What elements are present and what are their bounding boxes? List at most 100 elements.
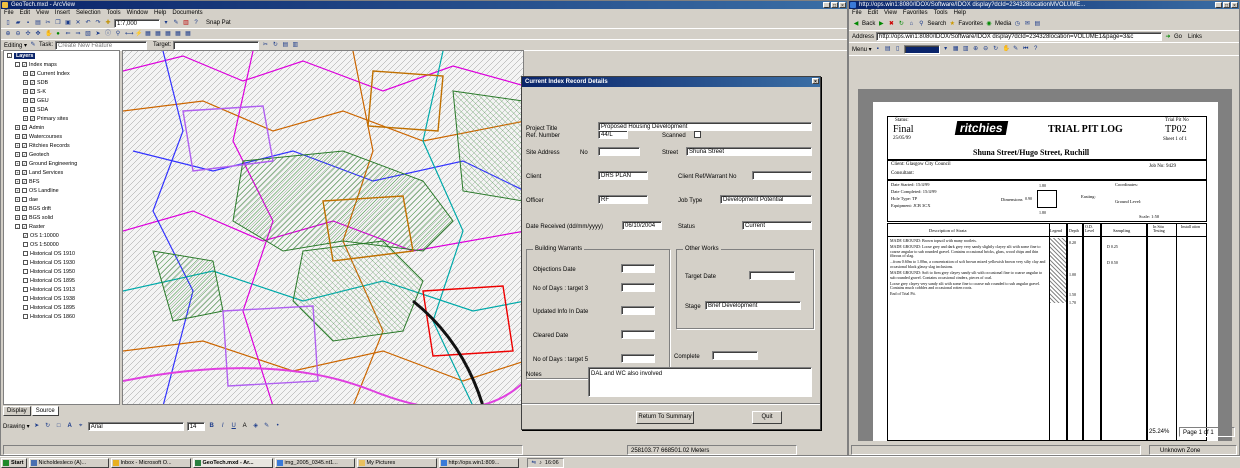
measure-icon[interactable]: ⟷ bbox=[124, 30, 134, 38]
favorites-button[interactable]: Favorites bbox=[958, 21, 983, 27]
back-extent-icon[interactable]: ⇐ bbox=[64, 30, 72, 38]
forward-extent-icon[interactable]: ⇒ bbox=[74, 30, 82, 38]
go-icon[interactable]: ➜ bbox=[1164, 33, 1172, 41]
menu-window[interactable]: Window bbox=[127, 9, 148, 18]
quit-button[interactable]: Quit bbox=[752, 411, 782, 424]
viewer-zoom-select[interactable] bbox=[903, 44, 940, 54]
expand-icon[interactable]: + bbox=[15, 161, 20, 167]
layer-checkbox[interactable]: ✓ bbox=[22, 134, 27, 140]
layer-checkbox[interactable]: ✓ bbox=[22, 62, 27, 68]
browser-menu-file[interactable]: File bbox=[852, 9, 862, 18]
layer-checkbox[interactable] bbox=[22, 188, 27, 194]
layer-item[interactable]: + ✓ Watercourses bbox=[15, 134, 62, 140]
undo-icon[interactable]: ↶ bbox=[84, 19, 92, 27]
browser-menu-edit[interactable]: Edit bbox=[868, 9, 878, 18]
editor-menu[interactable]: Editing ▾ bbox=[4, 42, 27, 49]
arctoolbox-icon[interactable]: ▥ bbox=[182, 19, 190, 27]
house-no-field[interactable] bbox=[598, 147, 640, 156]
layer-checkbox[interactable] bbox=[23, 296, 28, 302]
expand-icon[interactable]: + bbox=[15, 152, 20, 158]
expand-icon[interactable]: + bbox=[15, 188, 20, 194]
project-title-field[interactable]: Proposed Housing Development bbox=[598, 122, 812, 131]
layer-checkbox[interactable]: ✓ bbox=[30, 107, 35, 113]
menu-documents[interactable]: Documents bbox=[172, 9, 202, 18]
layer-item[interactable]: + ✓ Geotech bbox=[15, 152, 49, 158]
layer-checkbox[interactable]: ✓ bbox=[23, 233, 28, 239]
maximize-button[interactable]: □ bbox=[831, 2, 838, 9]
address-input[interactable]: http://ops.win1:8080/IDOX/Software/IDOX … bbox=[876, 32, 1163, 41]
viewer-zoom-in-icon[interactable]: ⊕ bbox=[972, 45, 980, 53]
menu-tools[interactable]: Tools bbox=[107, 9, 121, 18]
layer-item[interactable]: - ✓ Index maps bbox=[15, 62, 57, 68]
select-features-icon[interactable]: ▧ bbox=[84, 30, 92, 38]
viewer-save-icon[interactable]: ▪ bbox=[874, 45, 882, 53]
days-target3-field[interactable] bbox=[621, 283, 655, 292]
layer-checkbox[interactable]: ✓ bbox=[22, 206, 27, 212]
layout-tool-4-icon[interactable]: ▦ bbox=[174, 30, 182, 38]
expand-icon[interactable]: + bbox=[15, 179, 20, 185]
viewer-help-icon[interactable]: ? bbox=[1032, 45, 1040, 53]
expand-icon[interactable]: + bbox=[23, 98, 28, 104]
viewer-pan-icon[interactable]: ✋ bbox=[1002, 45, 1010, 53]
collapse-icon[interactable]: - bbox=[15, 224, 20, 230]
back-button[interactable]: Back bbox=[862, 21, 875, 27]
go-button[interactable]: Go bbox=[1174, 34, 1182, 40]
sketch-properties-icon[interactable]: ▥ bbox=[291, 41, 299, 49]
layout-tool-2-icon[interactable]: ▦ bbox=[154, 30, 162, 38]
mail-icon[interactable]: ✉ bbox=[1023, 20, 1031, 28]
layer-checkbox[interactable]: ✓ bbox=[30, 116, 35, 122]
italic-icon[interactable]: I bbox=[219, 422, 227, 430]
minimize-button[interactable]: _ bbox=[823, 2, 830, 9]
start-button[interactable]: Start bbox=[1, 457, 27, 468]
expand-icon[interactable]: + bbox=[23, 71, 28, 77]
viewer-first-icon[interactable]: ⏮ bbox=[1022, 45, 1030, 53]
identify-icon[interactable]: ⓘ bbox=[104, 30, 112, 38]
drawing-menu[interactable]: Drawing ▾ bbox=[3, 423, 30, 430]
layer-item[interactable]: OS 1:50000 bbox=[23, 242, 59, 248]
find-icon[interactable]: ⚲ bbox=[114, 30, 122, 38]
zoom-in-icon[interactable]: ⊕ bbox=[4, 30, 12, 38]
rotate-tool-icon[interactable]: ↻ bbox=[271, 41, 279, 49]
updated-info-field[interactable] bbox=[621, 306, 655, 315]
layer-item[interactable]: Historical OS 1938 bbox=[23, 296, 75, 302]
target-select[interactable] bbox=[173, 40, 260, 50]
layer-item[interactable]: + ✓ BGS drift bbox=[15, 206, 51, 212]
expand-icon[interactable]: + bbox=[15, 197, 20, 203]
layer-item[interactable]: Historical OS 1860 bbox=[23, 314, 75, 320]
taskbar-item-5[interactable]: My Pictures bbox=[356, 457, 437, 468]
layer-checkbox[interactable]: ✓ bbox=[22, 143, 27, 149]
select-elements-icon[interactable]: ➤ bbox=[94, 30, 102, 38]
copy-icon[interactable]: ❐ bbox=[54, 19, 62, 27]
select-elements-arrow-icon[interactable]: ➤ bbox=[33, 422, 41, 430]
font-name-select[interactable]: Arial bbox=[87, 421, 184, 431]
layer-item[interactable]: Historical OS 1895 bbox=[23, 305, 75, 311]
links-button[interactable]: Links bbox=[1188, 34, 1202, 40]
notes-field[interactable]: DAL and WC also involved bbox=[588, 367, 812, 397]
menu-selection[interactable]: Selection bbox=[76, 9, 101, 18]
dialog-titlebar[interactable]: Current Index Record Details × bbox=[522, 77, 820, 87]
browser-menu-favorites[interactable]: Favorites bbox=[903, 9, 928, 18]
search-button[interactable]: Search bbox=[927, 21, 946, 27]
pan-icon[interactable]: ✋ bbox=[44, 30, 52, 38]
layer-item[interactable]: + OS Landline bbox=[15, 188, 59, 194]
layer-item[interactable]: + ✓ Ritchies Records bbox=[15, 143, 70, 149]
fixed-zoom-in-icon[interactable]: ✣ bbox=[24, 30, 32, 38]
ref-number-field[interactable]: 44/L bbox=[598, 130, 628, 139]
street-field[interactable]: Shuna Street bbox=[686, 147, 812, 156]
refresh-icon[interactable]: ↻ bbox=[897, 20, 905, 28]
job-type-field[interactable]: Development Potential bbox=[720, 195, 812, 204]
hyperlink-icon[interactable]: ⚡ bbox=[134, 30, 142, 38]
date-received-field[interactable]: 06/10/2004 bbox=[622, 221, 662, 230]
layout-tool-5-icon[interactable]: ▦ bbox=[184, 30, 192, 38]
font-size-select[interactable]: 14 bbox=[186, 421, 205, 431]
search-icon[interactable]: ⚲ bbox=[917, 20, 925, 28]
scale-dropdown-icon[interactable]: ▾ bbox=[162, 19, 170, 27]
tray-network-icon[interactable]: ⇋ bbox=[532, 459, 537, 467]
layer-item[interactable]: Historical OS 1910 bbox=[23, 251, 75, 257]
expand-icon[interactable]: + bbox=[15, 134, 20, 140]
expand-icon[interactable]: + bbox=[23, 116, 28, 122]
layer-item[interactable]: + ✓ Primary sites bbox=[23, 116, 68, 122]
layer-checkbox[interactable] bbox=[23, 251, 28, 257]
attributes-icon[interactable]: ▤ bbox=[281, 41, 289, 49]
text-tool-icon[interactable]: A bbox=[66, 422, 74, 430]
